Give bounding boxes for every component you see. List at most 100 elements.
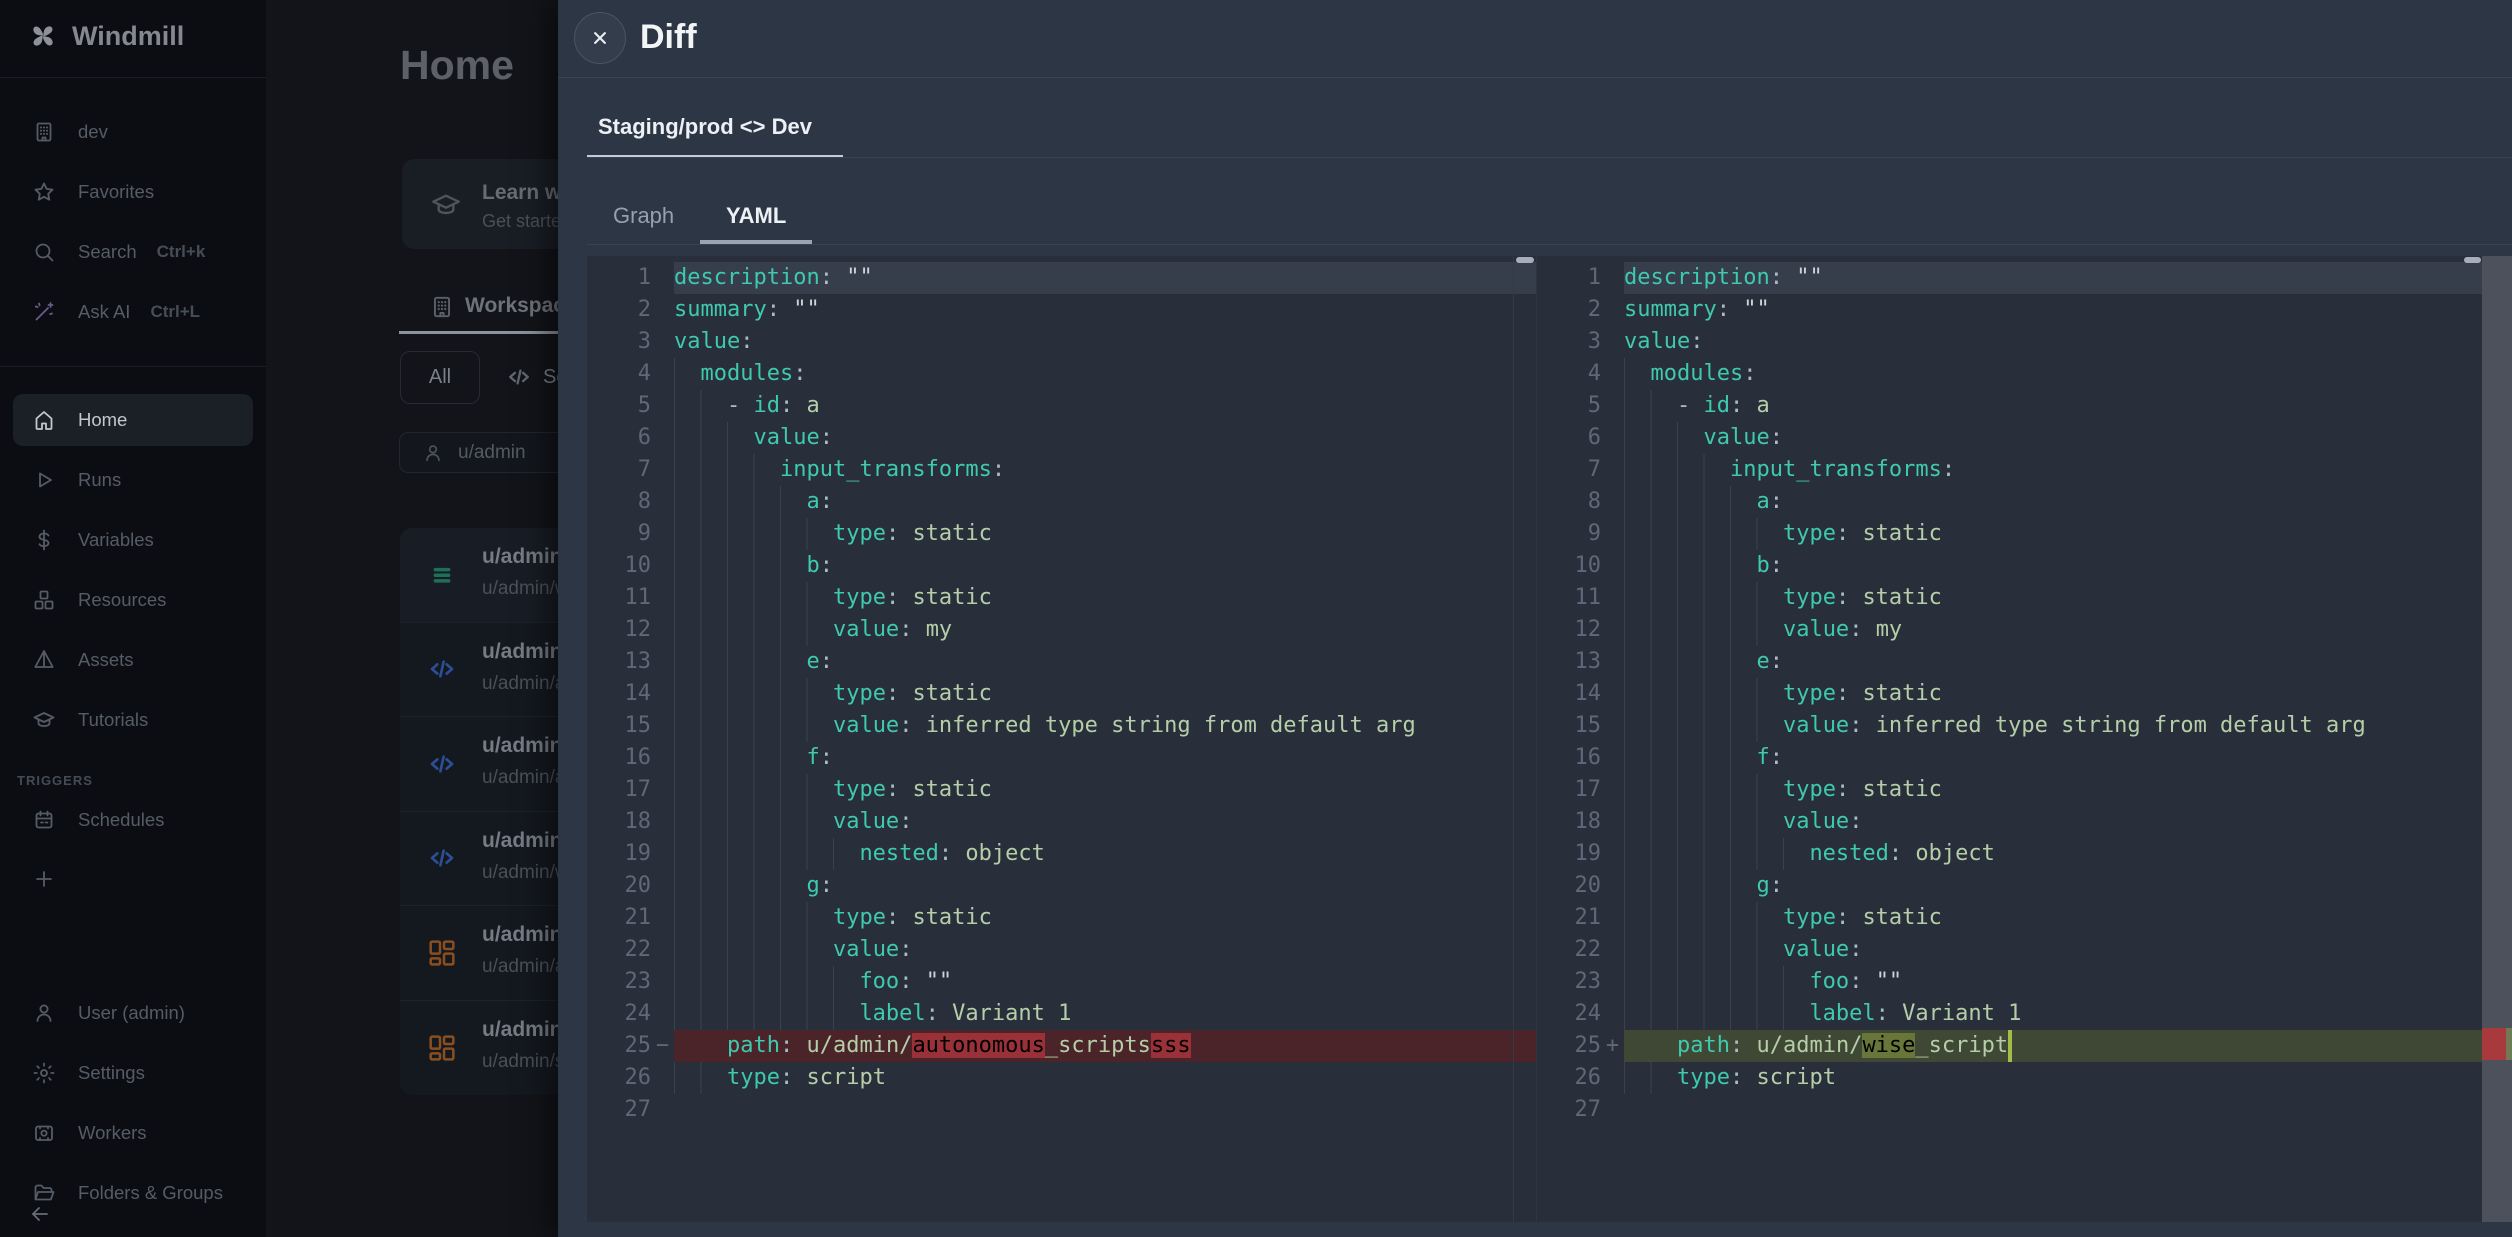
sidebar-item-settings[interactable]: Settings bbox=[13, 1047, 253, 1099]
code-text: summary: "" bbox=[674, 294, 1536, 326]
code-line[interactable]: 24 label: Variant 1 bbox=[587, 998, 1536, 1030]
code-line[interactable]: 12 value: my bbox=[1537, 614, 2482, 646]
line-number: 24 bbox=[587, 998, 651, 1030]
sidebar-item-label: Variables bbox=[78, 529, 154, 551]
collapse-sidebar-button[interactable] bbox=[28, 1202, 52, 1226]
code-line[interactable]: 8 a: bbox=[587, 486, 1536, 518]
code-line[interactable]: 7 input_transforms: bbox=[1537, 454, 2482, 486]
diff-sign: + bbox=[1601, 1030, 1624, 1062]
diff-sign bbox=[1601, 454, 1624, 486]
code-line[interactable]: 20 g: bbox=[587, 870, 1536, 902]
code-line[interactable]: 7 input_transforms: bbox=[587, 454, 1536, 486]
close-button[interactable] bbox=[574, 12, 626, 64]
sidebar-item-home[interactable]: Home bbox=[13, 394, 253, 446]
owner-filter-value: u/admin bbox=[458, 442, 526, 464]
tab-yaml[interactable]: YAML bbox=[726, 203, 786, 229]
diff-sign bbox=[651, 902, 674, 934]
code-line[interactable]: 25− path: u/admin/autonomous_scriptssss bbox=[587, 1030, 1536, 1062]
code-line[interactable]: 5 - id: a bbox=[587, 390, 1536, 422]
code-line[interactable]: 20 g: bbox=[1537, 870, 2482, 902]
code-line[interactable]: 25+ path: u/admin/wise_script bbox=[1537, 1030, 2482, 1062]
code-line[interactable]: 16 f: bbox=[587, 742, 1536, 774]
code-line[interactable]: 14 type: static bbox=[1537, 678, 2482, 710]
sidebar-item-variables[interactable]: Variables bbox=[13, 514, 253, 566]
code-line[interactable]: 19 nested: object bbox=[1537, 838, 2482, 870]
code-line[interactable]: 26 type: script bbox=[1537, 1062, 2482, 1094]
workspace-logo-row[interactable]: Windmill bbox=[0, 0, 266, 77]
code-line[interactable]: 26 type: script bbox=[587, 1062, 1536, 1094]
scrollbar-thumb[interactable] bbox=[1516, 257, 1534, 263]
code-text: nested: object bbox=[1624, 838, 2482, 870]
code-line[interactable]: 10 b: bbox=[1537, 550, 2482, 582]
sidebar-item-schedules[interactable]: Schedules bbox=[13, 794, 253, 846]
code-line[interactable]: 15 value: inferred type string from defa… bbox=[1537, 710, 2482, 742]
code-line[interactable]: 12 value: my bbox=[587, 614, 1536, 646]
code-text: value: bbox=[1624, 806, 2482, 838]
line-number: 14 bbox=[1537, 678, 1601, 710]
code-line[interactable]: 21 type: static bbox=[1537, 902, 2482, 934]
keyboard-shortcut: Ctrl+k bbox=[157, 242, 206, 262]
code-line[interactable]: 15 value: inferred type string from defa… bbox=[587, 710, 1536, 742]
diff-pane-left[interactable]: 1description: ""2summary: ""3value:4 mod… bbox=[587, 256, 1536, 1222]
code-line[interactable]: 27 bbox=[1537, 1094, 2482, 1126]
code-line[interactable]: 2summary: "" bbox=[1537, 294, 2482, 326]
code-line[interactable]: 9 type: static bbox=[1537, 518, 2482, 550]
code-line[interactable]: 18 value: bbox=[587, 806, 1536, 838]
item-path: u/admin/w bbox=[482, 578, 569, 600]
code-line[interactable]: 3value: bbox=[587, 326, 1536, 358]
sidebar-item-favorites[interactable]: Favorites bbox=[13, 166, 253, 218]
code-line[interactable]: 6 value: bbox=[1537, 422, 2482, 454]
code-line[interactable]: 9 type: static bbox=[587, 518, 1536, 550]
code-line[interactable]: 27 bbox=[587, 1094, 1536, 1126]
code-line[interactable]: 6 value: bbox=[587, 422, 1536, 454]
code-line[interactable]: 8 a: bbox=[1537, 486, 2482, 518]
item-title: u/admin bbox=[482, 829, 563, 853]
sidebar-item-search[interactable]: SearchCtrl+k bbox=[13, 226, 253, 278]
diff-pane-right[interactable]: 1description: ""2summary: ""3value:4 mod… bbox=[1537, 256, 2512, 1222]
code-line[interactable]: 10 b: bbox=[587, 550, 1536, 582]
tab-graph[interactable]: Graph bbox=[613, 203, 674, 229]
filter-all-button[interactable]: All bbox=[400, 351, 480, 404]
code-line[interactable]: 24 label: Variant 1 bbox=[1537, 998, 2482, 1030]
code-line[interactable]: 21 type: static bbox=[587, 902, 1536, 934]
diff-sign bbox=[1601, 1062, 1624, 1094]
code-line[interactable]: 18 value: bbox=[1537, 806, 2482, 838]
code-line[interactable]: 19 nested: object bbox=[587, 838, 1536, 870]
keyboard-shortcut: Ctrl+L bbox=[150, 302, 200, 322]
sidebar-item-runs[interactable]: Runs bbox=[13, 454, 253, 506]
code-line[interactable]: 4 modules: bbox=[1537, 358, 2482, 390]
code-line[interactable]: 13 e: bbox=[587, 646, 1536, 678]
sidebar-item-user[interactable]: User (admin) bbox=[13, 987, 253, 1039]
sidebar-item-ask-ai[interactable]: Ask AICtrl+L bbox=[13, 286, 253, 338]
code-line[interactable]: 22 value: bbox=[587, 934, 1536, 966]
tab-staging-prod-dev[interactable]: Staging/prod <> Dev bbox=[598, 114, 812, 140]
code-line[interactable]: 1description: "" bbox=[1537, 262, 2482, 294]
scrollbar-thumb[interactable] bbox=[2464, 257, 2481, 263]
code-line[interactable]: 11 type: static bbox=[1537, 582, 2482, 614]
sidebar-item-tutorials[interactable]: Tutorials bbox=[13, 694, 253, 746]
code-line[interactable]: 11 type: static bbox=[587, 582, 1536, 614]
code-line[interactable]: 2summary: "" bbox=[587, 294, 1536, 326]
code-line[interactable]: 17 type: static bbox=[587, 774, 1536, 806]
code-line[interactable]: 23 foo: "" bbox=[1537, 966, 2482, 998]
code-line[interactable]: 22 value: bbox=[1537, 934, 2482, 966]
sidebar-item-dev[interactable]: dev bbox=[13, 106, 253, 158]
sidebar-item-resources[interactable]: Resources bbox=[13, 574, 253, 626]
overview-ruler[interactable] bbox=[2482, 256, 2512, 1222]
code-line[interactable]: 4 modules: bbox=[587, 358, 1536, 390]
sidebar-item-add-trigger[interactable] bbox=[13, 853, 253, 905]
sidebar-item-assets[interactable]: Assets bbox=[13, 634, 253, 686]
code-line[interactable]: 1description: "" bbox=[587, 262, 1536, 294]
line-number: 1 bbox=[587, 262, 651, 294]
code-line[interactable]: 16 f: bbox=[1537, 742, 2482, 774]
code-line[interactable]: 17 type: static bbox=[1537, 774, 2482, 806]
diff-sign bbox=[651, 678, 674, 710]
diff-sign bbox=[1601, 998, 1624, 1030]
code-line[interactable]: 3value: bbox=[1537, 326, 2482, 358]
line-number: 17 bbox=[1537, 774, 1601, 806]
code-line[interactable]: 23 foo: "" bbox=[587, 966, 1536, 998]
code-line[interactable]: 13 e: bbox=[1537, 646, 2482, 678]
code-line[interactable]: 14 type: static bbox=[587, 678, 1536, 710]
sidebar-item-workers[interactable]: Workers bbox=[13, 1107, 253, 1159]
code-line[interactable]: 5 - id: a bbox=[1537, 390, 2482, 422]
